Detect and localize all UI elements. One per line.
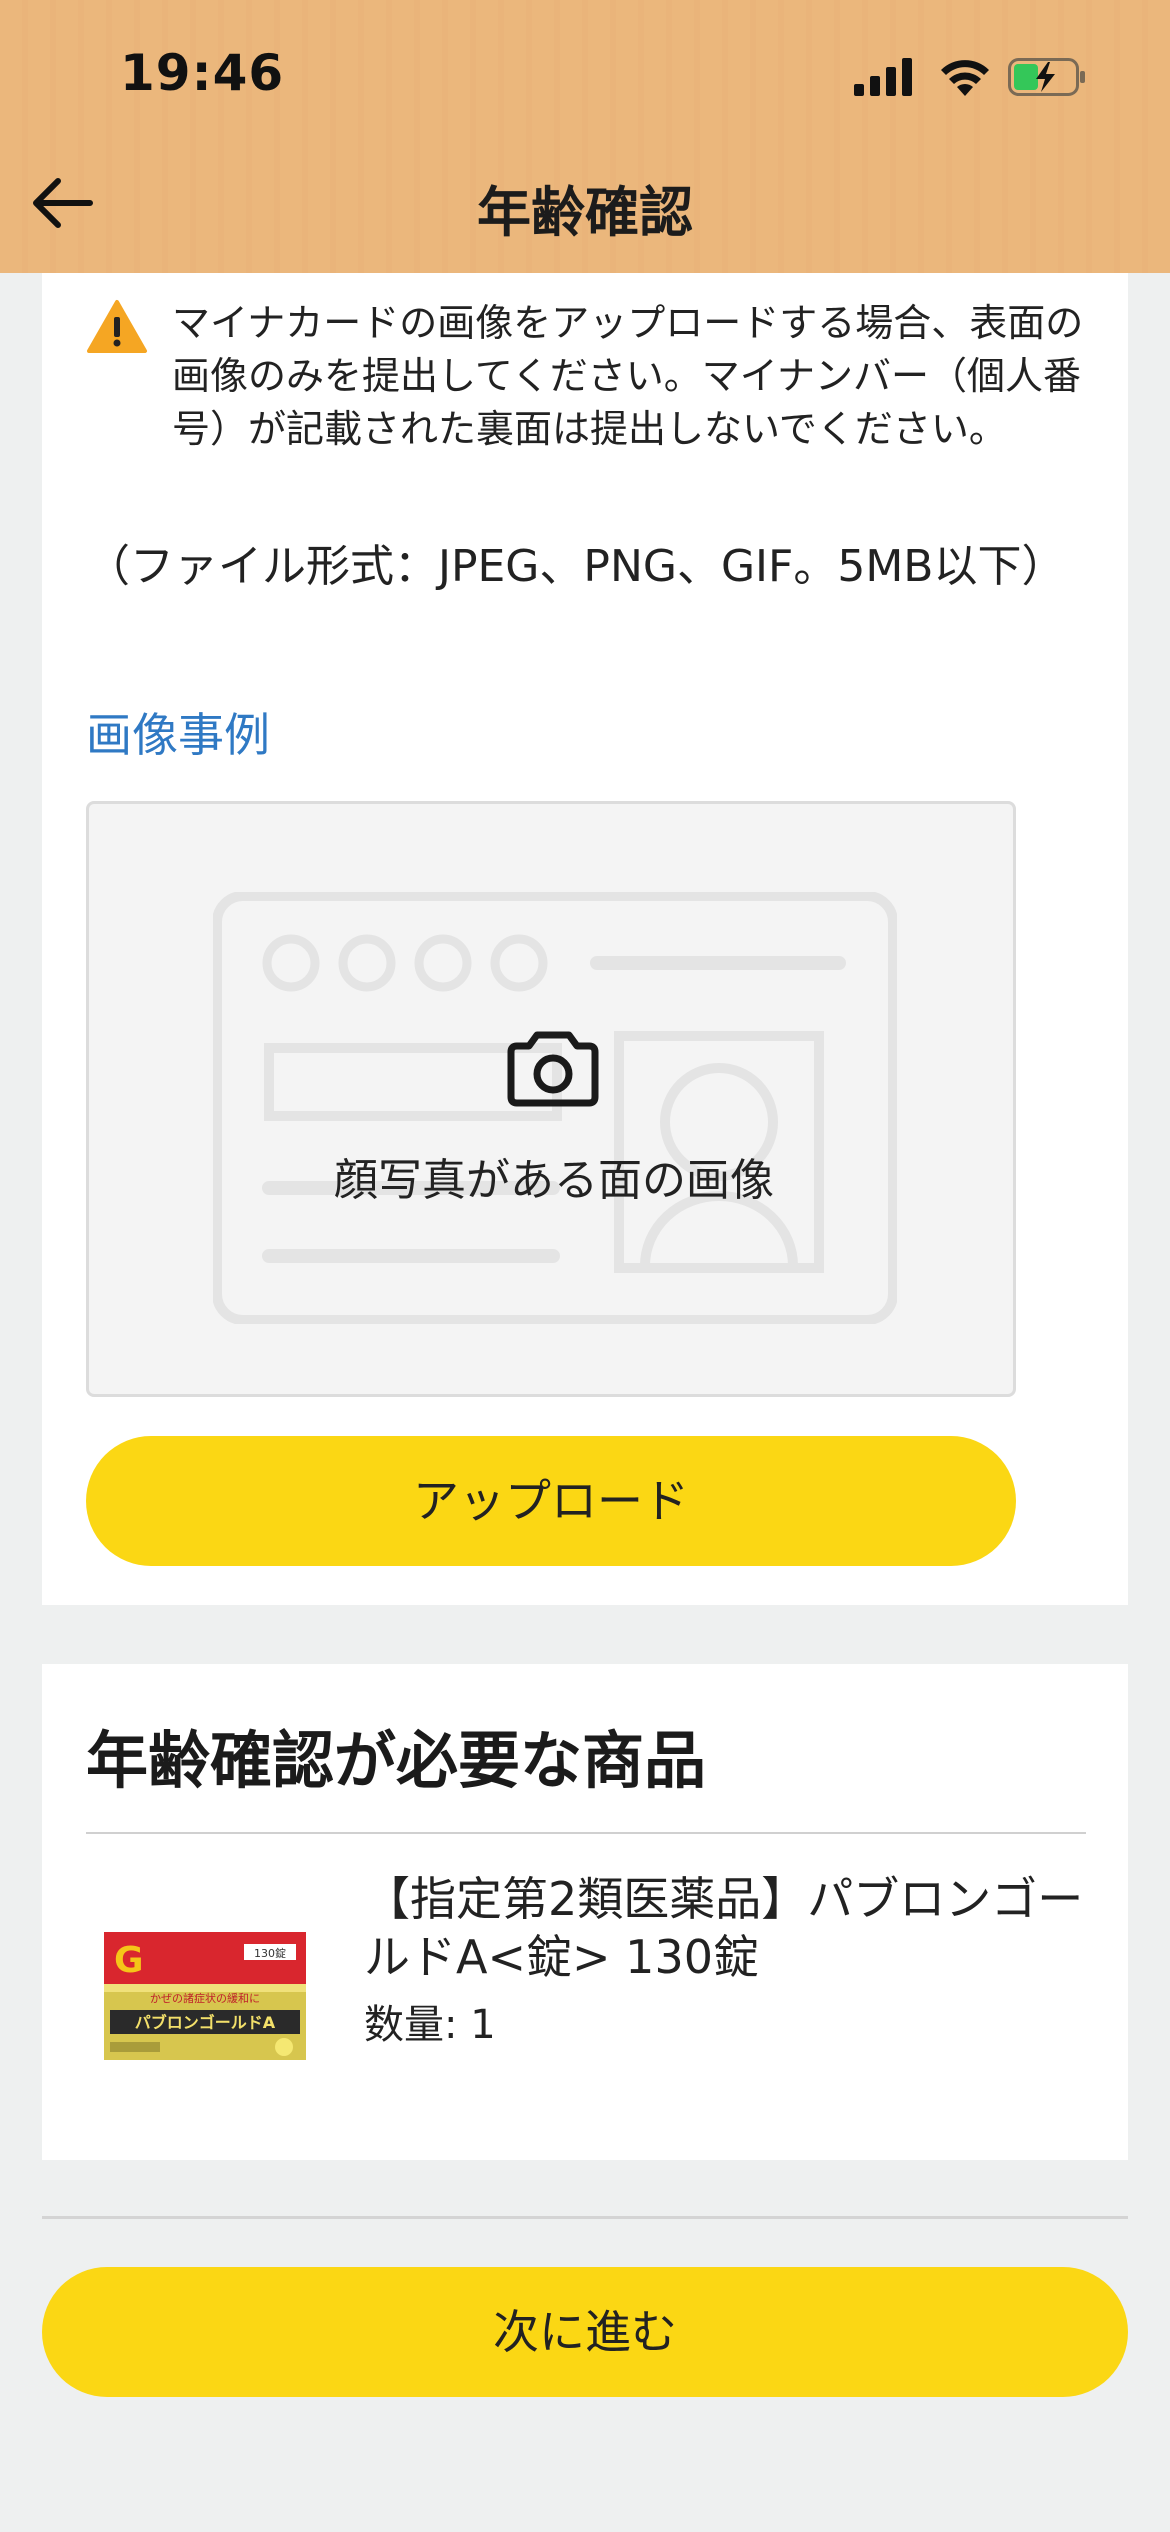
file-format-note: （ファイル形式：JPEG、PNG、GIF。5MB以下） — [86, 541, 1066, 592]
mynumber-warning-text: マイナカードの画像をアップロードする場合、表面の画像のみを提出してください。マイ… — [172, 301, 1084, 451]
divider — [86, 1832, 1086, 1834]
warning-icon — [87, 300, 147, 353]
upload-button[interactable]: アップロード — [86, 1436, 1016, 1566]
product-name: 【指定第2類医薬品】パブロンゴールドA<錠> 130錠 — [364, 1872, 1084, 1984]
image-example-link[interactable]: 画像事例 — [86, 699, 270, 765]
page-title: 年齢確認 — [477, 181, 693, 244]
package-badge: 130錠 — [254, 1946, 286, 1960]
svg-text:G: G — [114, 1940, 144, 1981]
image-upload-area[interactable]: 顔写真がある面の画像 — [86, 801, 1016, 1397]
upload-area-label: 顔写真がある面の画像 — [334, 1155, 774, 1206]
section-title: 年齢確認が必要な商品 — [86, 1724, 707, 1797]
next-button[interactable]: 次に進む — [42, 2267, 1128, 2397]
wifi-icon — [941, 60, 989, 96]
camera-icon — [507, 1031, 599, 1107]
product-image: G 130錠 かぜの諸症状の緩和に パブロンゴールドA — [104, 1932, 306, 2060]
divider — [42, 2216, 1128, 2219]
package-tagline: かぜの諸症状の緩和に — [150, 1991, 260, 2005]
status-time: 19:46 — [120, 44, 285, 102]
app-header: 19:46 年齢確認 — [0, 0, 1170, 273]
product-quantity: 数量: 1 — [364, 2002, 496, 2048]
id-card-illustration — [213, 892, 897, 1324]
status-bar: 19:46 — [0, 0, 1170, 150]
age-restricted-products-card: 年齢確認が必要な商品 G 130錠 かぜの諸症状の緩和に パブロンゴールドA 【… — [42, 1664, 1128, 2160]
package-brand: パブロンゴールドA — [135, 2013, 276, 2032]
upload-card: マイナカードの画像をアップロードする場合、表面の画像のみを提出してください。マイ… — [42, 273, 1128, 1605]
battery-charging-icon — [1008, 58, 1085, 96]
cellular-signal-icon — [854, 58, 912, 96]
